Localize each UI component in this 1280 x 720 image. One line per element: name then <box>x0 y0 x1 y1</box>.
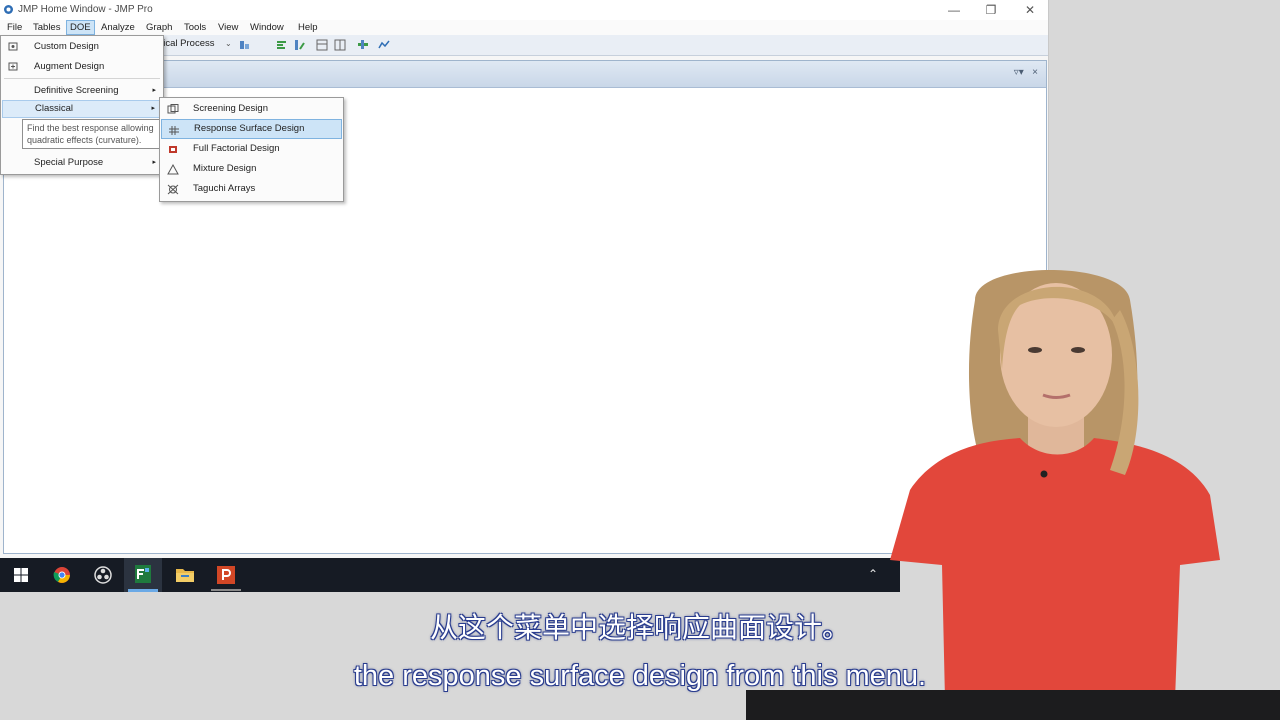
tray-chevron-icon[interactable]: ⌃ <box>868 567 878 581</box>
menu-file[interactable]: File <box>4 20 25 35</box>
panel-menu-icon[interactable]: ▿▾ × <box>1014 67 1038 78</box>
toolbar-button-6[interactable] <box>357 39 369 51</box>
submenu-arrow-icon: ▸ <box>152 87 156 94</box>
toolbar-button-7[interactable] <box>378 39 390 51</box>
podium <box>746 690 1280 720</box>
title-bar: JMP Home Window - JMP Pro — ❐ ✕ <box>0 0 1048 20</box>
taskbar-jmp[interactable] <box>124 558 162 592</box>
menu-item-definitive-screening[interactable]: Definitive Screening ▸ <box>2 82 162 100</box>
menu-item-classical[interactable]: Classical ▸ <box>2 100 162 118</box>
obs-icon <box>94 566 112 584</box>
menu-item-label: Special Purpose <box>34 157 104 168</box>
menu-help[interactable]: Help <box>295 20 321 35</box>
toolbar-button-5[interactable] <box>334 39 346 51</box>
menu-analyze[interactable]: Analyze <box>98 20 138 35</box>
submenu-item-label: Full Factorial Design <box>193 143 280 154</box>
submenu-item-label: Taguchi Arrays <box>193 183 256 194</box>
windows-start-icon <box>14 568 28 582</box>
taskbar-chrome[interactable] <box>43 558 81 592</box>
menu-graph[interactable]: Graph <box>143 20 175 35</box>
jmp-icon <box>135 565 151 583</box>
menu-tools[interactable]: Tools <box>181 20 209 35</box>
menu-view[interactable]: View <box>215 20 241 35</box>
window-title: JMP Home Window - JMP Pro <box>18 4 153 15</box>
tooltip-line-2: quadratic effects (curvature). <box>27 135 142 145</box>
start-button[interactable] <box>2 558 40 592</box>
submenu-arrow-icon: ▸ <box>152 159 156 166</box>
chevron-down-icon[interactable]: ⌄ <box>225 39 232 48</box>
submenu-arrow-icon: ▸ <box>151 105 155 112</box>
submenu-item-label: Response Surface Design <box>194 123 305 134</box>
custom-design-icon <box>8 42 18 51</box>
menu-item-augment-design[interactable]: Augment Design <box>2 58 162 76</box>
presenter-eye-left <box>1028 347 1042 353</box>
menu-window[interactable]: Window <box>247 20 287 35</box>
submenu-item-label: Mixture Design <box>193 163 257 174</box>
active-indicator <box>128 589 158 592</box>
menu-separator <box>4 78 160 79</box>
tooltip: Find the best response allowing quadrati… <box>22 119 168 149</box>
open-indicator <box>211 589 241 591</box>
subtitle-english: the response surface design from this me… <box>353 660 927 692</box>
toolbar-button-2[interactable] <box>276 39 288 51</box>
submenu-item-label: Screening Design <box>193 103 268 114</box>
submenu-item-mixture-design[interactable]: Mixture Design <box>161 159 342 179</box>
submenu-item-full-factorial-design[interactable]: Full Factorial Design <box>161 139 342 159</box>
menu-item-label: Definitive Screening <box>34 85 119 96</box>
toolbar-button-4[interactable] <box>316 39 328 51</box>
jmp-app-icon <box>4 5 13 14</box>
classical-submenu: Screening Design Response Surface Design… <box>159 97 344 202</box>
menu-tables[interactable]: Tables <box>30 20 63 35</box>
menu-bar: File Tables DOE Analyze Graph Tools View… <box>0 20 1048 35</box>
taskbar-powerpoint[interactable] <box>207 558 245 592</box>
menu-doe[interactable]: DOE <box>66 20 95 35</box>
chrome-icon <box>53 567 70 583</box>
toolbar-dropdown[interactable]: nical Process <box>158 38 215 49</box>
tooltip-line-1: Find the best response allowing <box>27 123 154 133</box>
menu-item-label: Custom Design <box>34 41 99 52</box>
full-factorial-icon <box>169 146 177 153</box>
submenu-item-taguchi-arrays[interactable]: Taguchi Arrays <box>161 179 342 199</box>
toolbar-button-3[interactable] <box>294 39 306 51</box>
response-surface-icon <box>169 126 179 135</box>
menu-item-custom-design[interactable]: Custom Design <box>2 38 162 56</box>
screening-design-icon <box>167 104 179 114</box>
toolbar-button-1[interactable] <box>239 39 251 51</box>
mixture-design-icon <box>167 164 179 175</box>
taguchi-arrays-icon <box>167 184 179 195</box>
menu-item-label: Augment Design <box>34 61 105 72</box>
file-explorer-icon <box>176 569 194 582</box>
doe-menu: Custom Design Augment Design Definitive … <box>0 35 164 175</box>
minimize-button[interactable]: — <box>940 2 968 18</box>
presenter-eye-right <box>1071 347 1085 353</box>
taskbar-file-explorer[interactable] <box>166 558 204 592</box>
windows-taskbar: ⌃ <box>0 558 900 592</box>
lapel-mic <box>1040 470 1048 478</box>
subtitle-chinese: 从这个菜单中选择响应曲面设计。 <box>429 611 850 644</box>
menu-item-special-purpose[interactable]: Special Purpose ▸ <box>2 154 162 172</box>
taskbar-obs[interactable] <box>84 558 122 592</box>
powerpoint-icon <box>217 566 235 584</box>
close-button[interactable]: ✕ <box>1016 2 1044 18</box>
menu-item-label: Classical <box>35 103 74 114</box>
restore-button[interactable]: ❐ <box>977 2 1005 18</box>
augment-design-icon <box>8 62 18 71</box>
submenu-item-screening-design[interactable]: Screening Design <box>161 99 342 119</box>
submenu-item-response-surface-design[interactable]: Response Surface Design <box>161 119 342 139</box>
